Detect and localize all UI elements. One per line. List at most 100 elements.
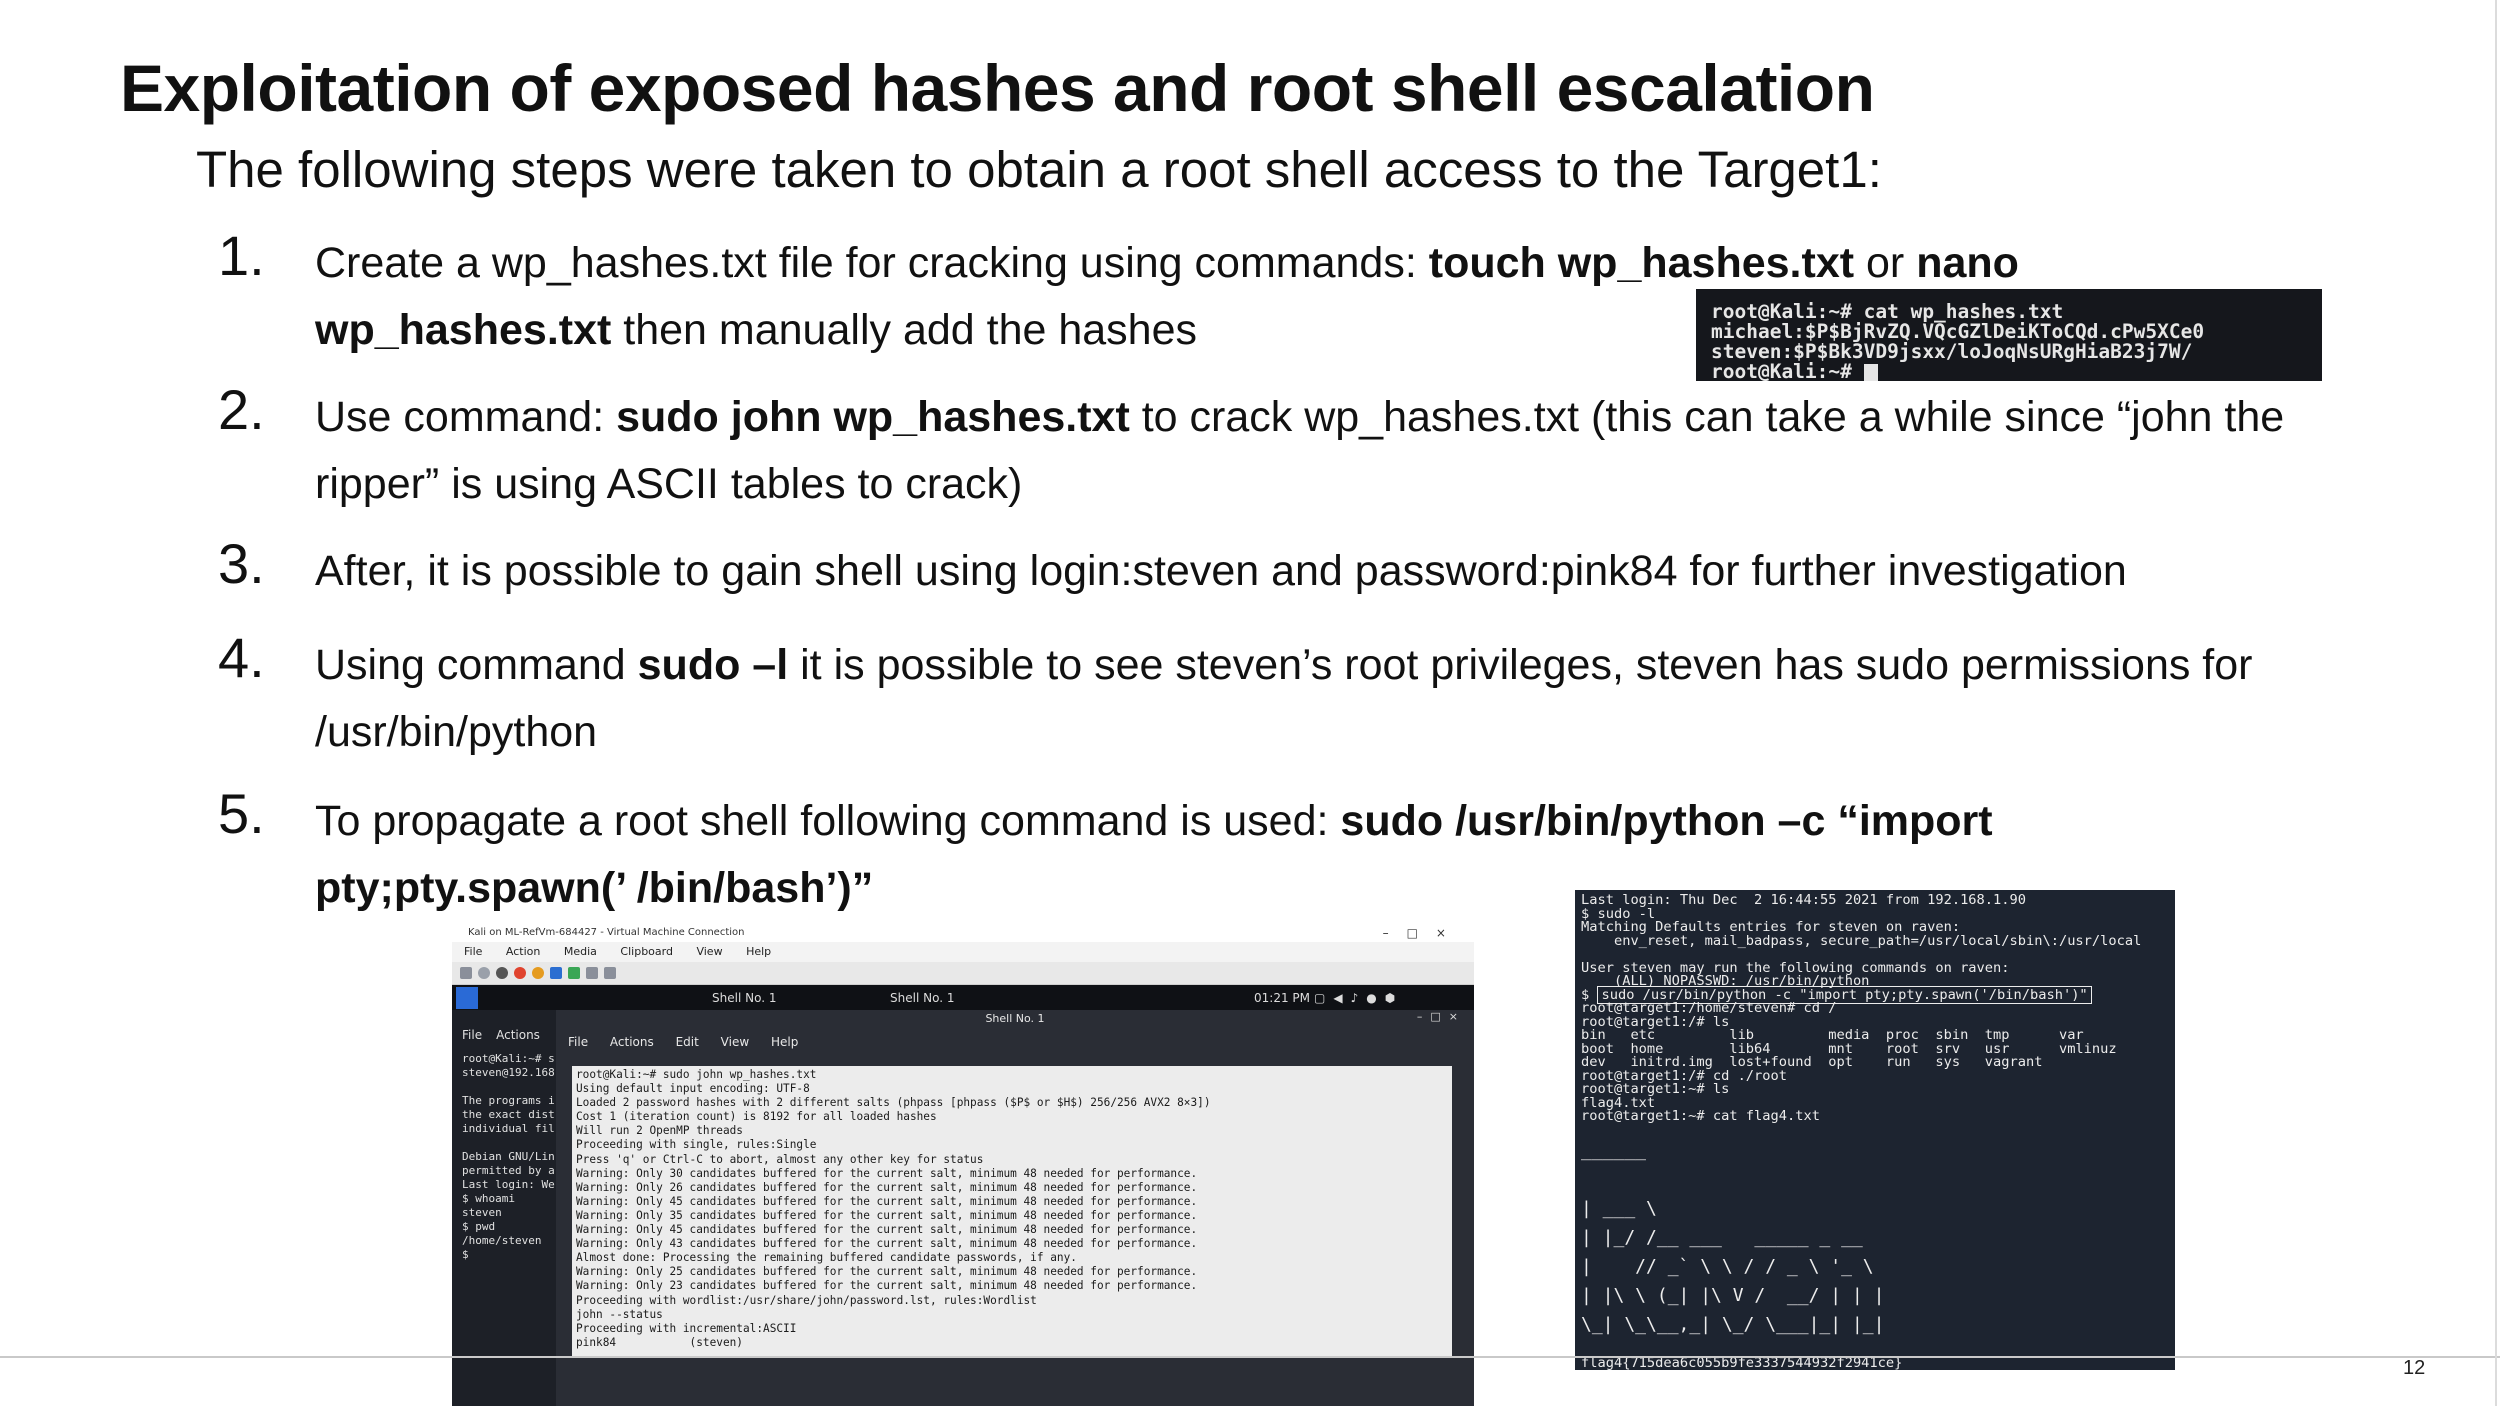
terminal-line: $ whoami xyxy=(462,1192,515,1205)
terminal-line: permitted by a xyxy=(462,1164,555,1177)
flag-line: flag4{715dea6c055b9fe3337544932f2941ce} xyxy=(1581,1354,1903,1370)
raven-ascii-art: ______ | ___ \ | |_/ /__ ___ _____ _ __ … xyxy=(1581,1139,1885,1335)
step-body: Using command sudo –l it is possible to … xyxy=(315,632,2252,766)
terminal-line: Will run 2 OpenMP threads xyxy=(576,1124,743,1138)
menu-media[interactable]: Media xyxy=(564,945,597,958)
terminal-line: Last login: Thu Dec 2 16:44:55 2021 from… xyxy=(1581,892,2026,908)
root-session-output: root@target1:/home/steven# cd / root@targ… xyxy=(1581,1001,2175,1124)
taskbar-clock: 01:21 PM xyxy=(1254,991,1310,1005)
step-text: Using command xyxy=(315,641,638,689)
step-number: 4. xyxy=(218,626,265,689)
terminal-line: Warning: Only 45 candidates buffered for… xyxy=(576,1194,1198,1208)
menu-file[interactable]: File xyxy=(464,945,482,958)
step-text: After, it is possible to gain shell usin… xyxy=(315,547,2127,595)
terminal-line: Debian GNU/Lin xyxy=(462,1150,555,1163)
step-text: it is possible to see steven’s root priv… xyxy=(788,641,2253,689)
kali-menu-icon[interactable] xyxy=(456,987,478,1009)
terminal-line: Warning: Only 25 candidates buffered for… xyxy=(576,1265,1198,1279)
slide-title: Exploitation of exposed hashes and root … xyxy=(120,51,1875,125)
terminal-line: Press 'q' or Ctrl-C to abort, almost any… xyxy=(576,1152,984,1166)
kali-taskbar: Shell No. 1 Shell No. 1 01:21 PM ▢◀♪●⬢ xyxy=(452,985,1474,1011)
start-icon[interactable] xyxy=(568,967,580,979)
stop-icon[interactable] xyxy=(514,967,526,979)
toolbar-icon[interactable] xyxy=(460,967,472,979)
toolbar-icon[interactable] xyxy=(496,967,508,979)
shell-window: Shell No. 1 –□× File Actions Edit View H… xyxy=(556,1010,1474,1406)
shell-menubar: File Actions Edit View Help xyxy=(556,1028,1474,1056)
footer-divider xyxy=(0,1356,2500,1358)
menu-actions[interactable]: Actions xyxy=(496,1028,540,1042)
vm-menubar: File Action Media Clipboard View Help xyxy=(452,942,1474,962)
menu-file[interactable]: File xyxy=(568,1035,588,1049)
toolbar-icon[interactable] xyxy=(604,967,616,979)
shell-title: Shell No. 1 xyxy=(985,1012,1045,1025)
terminal-line: Warning: Only 45 candidates buffered for… xyxy=(576,1223,1198,1237)
slide-edge-divider xyxy=(2495,0,2497,1406)
terminal-line: john --status xyxy=(576,1307,663,1321)
step-number: 3. xyxy=(218,532,265,595)
menu-file[interactable]: File xyxy=(462,1028,482,1042)
step-text: To propagate a root shell following comm… xyxy=(315,797,1341,845)
toolbar-icon[interactable] xyxy=(586,967,598,979)
terminal-line: /home/steven xyxy=(462,1234,542,1247)
shell-menubar: File Actions xyxy=(462,1028,556,1042)
step-body: Use command: sudo john wp_hashes.txt to … xyxy=(315,384,2284,518)
root-shell-screenshot: Last login: Thu Dec 2 16:44:55 2021 from… xyxy=(1575,890,2175,1370)
john-output: root@Kali:~# sudo john wp_hashes.txt Usin… xyxy=(572,1066,1452,1356)
command-text: nano xyxy=(1916,239,2019,287)
menu-clipboard[interactable]: Clipboard xyxy=(620,945,673,958)
step-text: ripper” is using ASCII tables to crack) xyxy=(315,460,1023,508)
terminal-line: individual fil xyxy=(462,1122,555,1135)
command-text: sudo john wp_hashes.txt xyxy=(616,393,1130,441)
menu-edit[interactable]: Edit xyxy=(676,1035,699,1049)
terminal-line: root@Kali:~# s xyxy=(462,1052,555,1065)
menu-action[interactable]: Action xyxy=(506,945,540,958)
vm-toolbar xyxy=(452,962,1474,985)
terminal-line: root@Kali:~# sudo john wp_hashes.txt xyxy=(576,1068,817,1081)
toolbar-icon[interactable] xyxy=(478,967,490,979)
menu-actions[interactable]: Actions xyxy=(610,1035,654,1049)
command-text: sudo –l xyxy=(637,641,789,689)
terminal-line: Proceeding with single, rules:Single xyxy=(576,1138,817,1152)
step-number: 5. xyxy=(218,782,265,845)
terminal-line: Warning: Only 26 candidates buffered for… xyxy=(576,1180,1198,1194)
terminal-line: Warning: Only 43 candidates buffered for… xyxy=(576,1237,1198,1251)
cursor-block xyxy=(1863,363,1878,381)
background-shell-window: File Actions root@Kali:~# s steven@192.168… xyxy=(452,1010,556,1406)
step-text: Create a wp_hashes.txt file for cracking… xyxy=(315,239,1429,287)
terminal-line: Warning: Only 23 candidates buffered for… xyxy=(576,1279,1198,1293)
vm-titlebar: Kali on ML-RefVm-684427 - Virtual Machin… xyxy=(452,924,1474,942)
command-text: wp_hashes.txt xyxy=(315,306,612,354)
menu-view[interactable]: View xyxy=(696,945,722,958)
terminal-line: env_reset, mail_badpass, secure_path=/us… xyxy=(1581,932,2142,949)
taskbar-tab[interactable]: Shell No. 1 xyxy=(712,991,776,1005)
step-text: or xyxy=(1854,239,1917,287)
menu-help[interactable]: Help xyxy=(771,1035,798,1049)
pause-icon[interactable] xyxy=(550,967,562,979)
terminal-line: Warning: Only 35 candidates buffered for… xyxy=(576,1208,1198,1222)
step-text: /usr/bin/python xyxy=(315,708,598,756)
hashes-terminal-screenshot: root@Kali:~# cat wp_hashes.txt michael:$… xyxy=(1696,289,2322,381)
window-controls[interactable]: –□× xyxy=(1417,1010,1466,1023)
command-text: sudo /usr/bin/python –c “import xyxy=(1340,797,1993,845)
intro-text: The following steps were taken to obtain… xyxy=(196,141,1882,198)
terminal-line: Almost done: Processing the remaining bu… xyxy=(576,1251,1077,1265)
system-tray-icons[interactable]: ▢◀♪●⬢ xyxy=(1314,991,1403,1005)
step-body: After, it is possible to gain shell usin… xyxy=(315,538,2127,605)
terminal-line: root@Kali:~# cat wp_hashes.txt xyxy=(1711,300,2064,323)
menu-help[interactable]: Help xyxy=(746,945,771,958)
menu-view[interactable]: View xyxy=(721,1035,749,1049)
step-number: 2. xyxy=(218,378,265,441)
terminal-line: root@target1:~# cat flag4.txt xyxy=(1581,1108,1820,1124)
terminal-line: root@Kali:~# xyxy=(1711,362,2322,381)
terminal-line: Proceeding with incremental:ASCII xyxy=(576,1321,797,1335)
terminal-line: Loaded 2 password hashes with 2 differen… xyxy=(576,1096,1211,1110)
reset-icon[interactable] xyxy=(532,967,544,979)
page-number: 12 xyxy=(2403,1357,2426,1379)
terminal-line: $ xyxy=(462,1248,476,1261)
terminal-line: The programs i xyxy=(462,1094,555,1107)
taskbar-tab[interactable]: Shell No. 1 xyxy=(890,991,954,1005)
step-text: to crack wp_hashes.txt (this can take a … xyxy=(1129,393,2285,441)
